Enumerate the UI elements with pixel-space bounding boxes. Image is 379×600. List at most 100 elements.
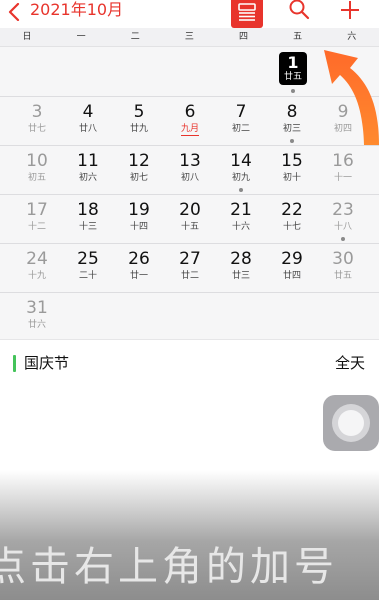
day-number: 4 xyxy=(82,102,94,122)
lunar-date: 初五 xyxy=(27,173,46,183)
event-dot xyxy=(341,237,345,241)
day-cell[interactable]: 14 初九 xyxy=(214,146,268,195)
event-time: 全天 xyxy=(334,354,365,372)
day-cell[interactable]: 6 九月 xyxy=(163,97,217,146)
back-button[interactable] xyxy=(8,0,20,24)
week-row: 24 十九 25 二十 26 廿一 27 廿二 28 廿三 29 廿四 30 廿五 xyxy=(0,244,379,293)
day-number: 29 xyxy=(281,249,303,269)
lunar-date: 十五 xyxy=(180,222,199,232)
lunar-date: 初九 xyxy=(231,173,250,183)
day-number: 31 xyxy=(26,298,48,318)
day-cell[interactable]: 16 十一 xyxy=(316,146,370,195)
lunar-date: 十三 xyxy=(78,222,97,232)
list-view-button[interactable] xyxy=(231,0,263,28)
day-cell[interactable]: 10 初五 xyxy=(10,146,64,195)
day-cell[interactable]: 23 十八 xyxy=(316,195,370,244)
list-view-icon xyxy=(237,2,257,26)
day-cell[interactable]: 26 廿一 xyxy=(112,244,166,293)
day-number: 18 xyxy=(77,200,99,220)
lunar-date: 初七 xyxy=(129,173,148,183)
day-cell[interactable]: 11 初六 xyxy=(61,146,115,195)
weekday-label: 二 xyxy=(130,32,140,42)
lunar-date: 十八 xyxy=(333,222,352,232)
day-cell[interactable]: 7 初二 xyxy=(214,97,268,146)
day-number: 27 xyxy=(179,249,201,269)
day-number: 7 xyxy=(235,102,247,122)
lunar-date: 廿七 xyxy=(27,124,46,134)
event-dot xyxy=(239,188,243,192)
day-number: 25 xyxy=(77,249,99,269)
day-cell[interactable]: 21 十六 xyxy=(214,195,268,244)
event-dot xyxy=(291,89,295,93)
lunar-date: 初八 xyxy=(180,173,199,183)
search-button[interactable] xyxy=(287,0,311,22)
month-title[interactable]: 2021年10月 xyxy=(30,0,123,20)
day-cell[interactable]: 15 初十 xyxy=(265,146,319,195)
day-number: 21 xyxy=(230,200,252,220)
day-cell[interactable]: 31 廿六 xyxy=(10,293,64,342)
day-number: 26 xyxy=(128,249,150,269)
day-number: 13 xyxy=(179,151,201,171)
week-row: 10 初五 11 初六 12 初七 13 初八 14 初九 15 初十 16 十一 xyxy=(0,146,379,195)
day-number: 23 xyxy=(332,200,354,220)
lunar-date: 廿二 xyxy=(180,271,199,281)
lunar-date: 十七 xyxy=(282,222,301,232)
day-cell[interactable]: 27 廿二 xyxy=(163,244,217,293)
day-cell[interactable]: 3 廿七 xyxy=(10,97,64,146)
lunar-date: 初十 xyxy=(282,173,301,183)
lunar-date: 九月 xyxy=(163,123,217,136)
day-cell[interactable]: 25 二十 xyxy=(61,244,115,293)
lunar-date: 廿三 xyxy=(231,271,250,281)
lunar-month-start: 九月 xyxy=(180,124,199,136)
event-dot xyxy=(290,139,294,143)
chevron-left-icon xyxy=(8,3,20,21)
day-cell[interactable]: 17 十二 xyxy=(10,195,64,244)
lunar-date: 初二 xyxy=(231,124,250,134)
weekday-label: 三 xyxy=(184,32,194,42)
day-cell[interactable]: 12 初七 xyxy=(112,146,166,195)
day-cell[interactable]: 28 廿三 xyxy=(214,244,268,293)
day-cell[interactable]: 4 廿八 xyxy=(61,97,115,146)
day-number: 17 xyxy=(26,200,48,220)
day-cell[interactable]: 30 廿五 xyxy=(316,244,370,293)
day-number: 15 xyxy=(281,151,303,171)
day-number: 10 xyxy=(26,151,48,171)
assistive-touch-button[interactable] xyxy=(323,395,379,451)
day-number: 14 xyxy=(230,151,252,171)
lunar-date: 廿六 xyxy=(27,320,46,330)
event-title[interactable]: 国庆节 xyxy=(24,353,69,373)
event-color-bar xyxy=(13,355,16,372)
lunar-date: 廿九 xyxy=(129,124,148,134)
lunar-date: 十二 xyxy=(27,222,46,232)
day-number: 12 xyxy=(128,151,150,171)
day-cell[interactable]: 13 初八 xyxy=(163,146,217,195)
lunar-date: 十四 xyxy=(129,222,148,232)
day-number: 16 xyxy=(332,151,354,171)
lunar-date: 十一 xyxy=(333,173,352,183)
day-cell[interactable]: 5 廿九 xyxy=(112,97,166,146)
weekday-label: 日 xyxy=(22,32,32,42)
lunar-date: 廿八 xyxy=(78,124,97,134)
day-number: 20 xyxy=(179,200,201,220)
day-cell[interactable]: 29 廿四 xyxy=(265,244,319,293)
tutorial-arrow-icon xyxy=(324,50,379,145)
day-number: 24 xyxy=(26,249,48,269)
lunar-date: 廿四 xyxy=(282,271,301,281)
assistive-touch-center xyxy=(338,410,364,436)
week-row: 17 十二 18 十三 19 十四 20 十五 21 十六 22 十七 23 十八 xyxy=(0,195,379,244)
day-number: 22 xyxy=(281,200,303,220)
day-number: 28 xyxy=(230,249,252,269)
weekday-label: 一 xyxy=(76,32,86,42)
day-cell[interactable]: 20 十五 xyxy=(163,195,217,244)
lunar-date: 十九 xyxy=(27,271,46,281)
lunar-date: 十六 xyxy=(231,222,250,232)
lunar-date: 廿一 xyxy=(129,271,148,281)
day-cell[interactable]: 19 十四 xyxy=(112,195,166,244)
day-number: 30 xyxy=(332,249,354,269)
day-cell[interactable]: 24 十九 xyxy=(10,244,64,293)
day-number: 3 xyxy=(31,102,43,122)
day-cell[interactable]: 18 十三 xyxy=(61,195,115,244)
video-subtitle: 点击右上角的加号 xyxy=(0,544,338,590)
day-cell[interactable]: 22 十七 xyxy=(265,195,319,244)
lunar-date: 廿五 xyxy=(333,271,352,281)
